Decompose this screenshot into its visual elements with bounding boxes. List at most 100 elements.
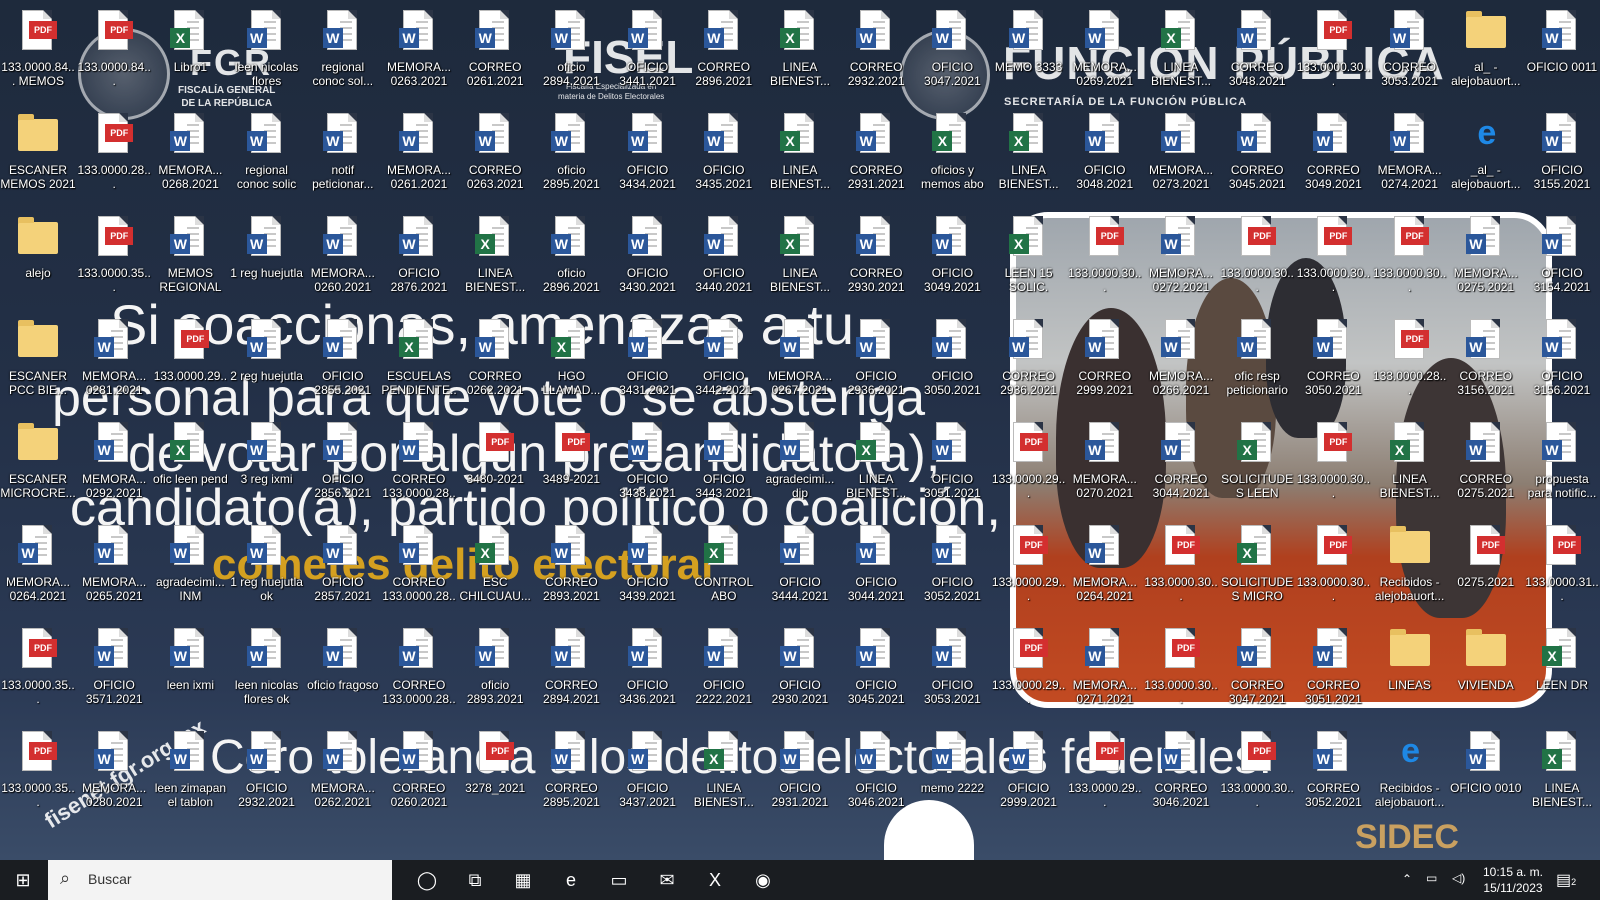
desktop-icon[interactable]: W 2 reg huejutla <box>229 315 305 416</box>
desktop-icon[interactable]: Woficio 2894.2021 <box>533 6 609 107</box>
desktop-icon[interactable]: PDF 133.0000.30... <box>1372 212 1448 313</box>
desktop-icon[interactable]: Wpropuesta para notific... <box>1524 418 1600 519</box>
desktop-icon[interactable]: W CORREO 3050.2021 <box>1295 315 1371 416</box>
desktop-icon[interactable]: W MEMORA... 0265.2021 <box>76 521 152 622</box>
desktop-icon[interactable]: W OFICIO 3437.2021 <box>610 727 686 828</box>
file-explorer-icon[interactable]: ▭ <box>596 860 642 900</box>
desktop-icon[interactable]: Woficio 2896.2021 <box>533 212 609 313</box>
desktop-icon[interactable]: X LINEA BIENEST... <box>457 212 533 313</box>
desktop-icon[interactable]: W OFICIO 2222.2021 <box>686 624 762 725</box>
desktop-icon[interactable]: W CORREO 0263.2021 <box>457 109 533 210</box>
desktop-icon[interactable]: PDF 133.0000.28... <box>76 109 152 210</box>
desktop-icon[interactable]: W CORREO 0262.2021 <box>457 315 533 416</box>
desktop-icon[interactable]: W OFICIO 3050.2021 <box>914 315 990 416</box>
desktop-icon[interactable]: PDF 133.0000.29... <box>991 521 1067 622</box>
desktop-icon[interactable]: W MEMORA... 0261.2021 <box>381 109 457 210</box>
desktop-icon[interactable]: W OFICIO 2936.2021 <box>838 315 914 416</box>
show-hidden-icons-icon[interactable]: ⌃ <box>1402 872 1412 912</box>
desktop-icon[interactable]: PDF 133.0000.29... <box>991 624 1067 725</box>
desktop-icon[interactable]: ESCANER PCC BIE... <box>0 315 76 416</box>
desktop-icon[interactable]: W MEMORA... 0268.2021 <box>152 109 228 210</box>
desktop-icon[interactable]: W OFICIO 3046.2021 <box>838 727 914 828</box>
desktop-icon[interactable]: W 3 reg ixmi <box>229 418 305 519</box>
desktop-icon[interactable]: W CORREO 2936.2021 <box>991 315 1067 416</box>
desktop-icon[interactable]: W OFICIO 0011 <box>1524 6 1600 107</box>
desktop-icon[interactable]: X LINEA BIENEST... <box>762 109 838 210</box>
desktop-icon[interactable]: PDF 133.0000.30... <box>1219 212 1295 313</box>
desktop-icon[interactable]: W CORREO 3044.2021 <box>1143 418 1219 519</box>
desktop-icon[interactable]: W OFICIO 3571.2021 <box>76 624 152 725</box>
desktop-icon[interactable]: W OFICIO 3444.2021 <box>762 521 838 622</box>
task-view-icon[interactable]: ◯ <box>404 860 450 900</box>
desktop-icon[interactable]: W CORREO 0260.2021 <box>381 727 457 828</box>
desktop-icon[interactable]: W MEMORA... 0272.2021 <box>1143 212 1219 313</box>
desktop-icon[interactable]: Wregional conoc solic <box>229 109 305 210</box>
desktop-icon[interactable]: Wleen ixmi <box>152 624 228 725</box>
desktop-icon[interactable]: Woficio 2893.2021 <box>457 624 533 725</box>
store-icon[interactable]: ▦ <box>500 860 546 900</box>
desktop-icon[interactable]: W CORREO 2893.2021 <box>533 521 609 622</box>
desktop-icon[interactable]: W MEMORA... 0264.2021 c... <box>1067 521 1143 622</box>
desktop-icon[interactable]: W CORREO 3049.2021 <box>1295 109 1371 210</box>
desktop-icon[interactable]: PDF 133.0000.84... <box>76 6 152 107</box>
desktop-icon[interactable]: Woficio 2895.2021 <box>533 109 609 210</box>
desktop-icon[interactable]: X LINEA BIENEST... <box>838 418 914 519</box>
desktop-icon[interactable]: W MEMORA... 0266.2021 <box>1143 315 1219 416</box>
desktop-icon[interactable]: W CORREO 2932.2021 <box>838 6 914 107</box>
desktop-icon[interactable]: Xofic leen pend <box>152 418 228 519</box>
desktop-icon[interactable]: W OFICIO 3435.2021 <box>686 109 762 210</box>
desktop-icon[interactable]: W CORREO 2896.2021 <box>686 6 762 107</box>
desktop-icon[interactable]: Wleen nicolas flores <box>229 6 305 107</box>
desktop-icon[interactable]: W MEMO 3333 <box>991 6 1067 107</box>
desktop-icon[interactable]: X SOLICITUDES LEEN <box>1219 418 1295 519</box>
desktop-icon[interactable]: W OFICIO 3049.2021 <box>914 212 990 313</box>
desktop-icon[interactable]: PDF 133.0000.30... <box>1295 418 1371 519</box>
desktop-icon[interactable]: W MEMORA... 0292.2021 <box>76 418 152 519</box>
desktop-icon[interactable]: alejo <box>0 212 76 313</box>
desktop-icon[interactable]: X LINEA BIENEST... <box>1524 727 1600 828</box>
desktop-icon[interactable]: Wofic resp peticionario <box>1219 315 1295 416</box>
desktop-icon[interactable]: W OFICIO 3430.2021 <box>610 212 686 313</box>
desktop-icon[interactable]: X LEEN DR <box>1524 624 1600 725</box>
desktop-icon[interactable]: Wleen zimapan el tablon <box>152 727 228 828</box>
desktop-icon[interactable]: PDF 133.0000.35... <box>0 727 76 828</box>
desktop-icon[interactable]: W MEMOS REGIONAL <box>152 212 228 313</box>
desktop-icon[interactable]: W OFICIO 3439.2021 <box>610 521 686 622</box>
desktop-icon[interactable]: PDF 133.0000.30... <box>1219 727 1295 828</box>
desktop-icon[interactable]: W MEMORA... 0275.2021 <box>1448 212 1524 313</box>
desktop-icon[interactable]: PDF 133.0000.30... <box>1295 212 1371 313</box>
desktop-icon[interactable]: W OFICIO 3044.2021 <box>838 521 914 622</box>
desktop-icon[interactable]: W CORREO 2894.2021 <box>533 624 609 725</box>
desktop-icon[interactable]: W CORREO 3052.2021 <box>1295 727 1371 828</box>
desktop-icon[interactable]: W CORREO 3156.2021 <box>1448 315 1524 416</box>
desktop-icon[interactable]: W MEMORA... 0274.2021 <box>1372 109 1448 210</box>
desktop-icon[interactable]: Wagradecimi... INM <box>152 521 228 622</box>
desktop-icon[interactable]: W CORREO 3053.2021 <box>1372 6 1448 107</box>
desktop-icon[interactable]: W OFICIO 2855.2021 <box>305 315 381 416</box>
desktop-icon[interactable]: W CORREO 2931.2021 <box>838 109 914 210</box>
desktop-icon[interactable]: X LINEA BIENEST... <box>1372 418 1448 519</box>
desktop-icon[interactable]: Woficio fragoso <box>305 624 381 725</box>
desktop-icon[interactable]: W OFICIO 3442.2021 <box>686 315 762 416</box>
desktop-icon[interactable]: W MEMORA... 0267.2021 <box>762 315 838 416</box>
desktop-icon[interactable]: W CORREO 3045.2021 <box>1219 109 1295 210</box>
notification-center-icon[interactable]: ▤2 <box>1556 870 1576 910</box>
desktop-icon[interactable]: W CORREO 2999.2021 <box>1067 315 1143 416</box>
desktop-icon[interactable]: Xoficios y memos abo <box>914 109 990 210</box>
desktop-icon[interactable]: W OFICIO 2876.2021 <box>381 212 457 313</box>
desktop-icon[interactable]: PDF 133.0000.28... <box>1372 315 1448 416</box>
desktop-icon[interactable]: W MEMORA... 0281.2021 <box>76 315 152 416</box>
desktop-icon[interactable]: X LEEN 15 SOLIC. <box>991 212 1067 313</box>
desktop-icon[interactable]: W CORREO 3048.2021 <box>1219 6 1295 107</box>
desktop-icon[interactable]: LINEAS <box>1372 624 1448 725</box>
chrome-icon[interactable]: ◉ <box>740 860 786 900</box>
desktop-icon[interactable]: W MEMORA... 0264.2021 <box>0 521 76 622</box>
desktop-icon[interactable]: W OFICIO 3052.2021 <box>914 521 990 622</box>
desktop-icon[interactable]: W CORREO 3047.2021 <box>1219 624 1295 725</box>
desktop-icon[interactable]: W OFICIO 3045.2021 <box>838 624 914 725</box>
desktop-icon[interactable]: W CORREO 133.0000.28... <box>381 418 457 519</box>
desktop-icon[interactable]: W OFICIO 2857.2021 <box>305 521 381 622</box>
desktop-icon[interactable]: W CORREO 3051.2021 <box>1295 624 1371 725</box>
desktop-icon[interactable]: Wagradecimi... dip <box>762 418 838 519</box>
desktop-icon[interactable]: al_ - alejobauort... <box>1448 6 1524 107</box>
